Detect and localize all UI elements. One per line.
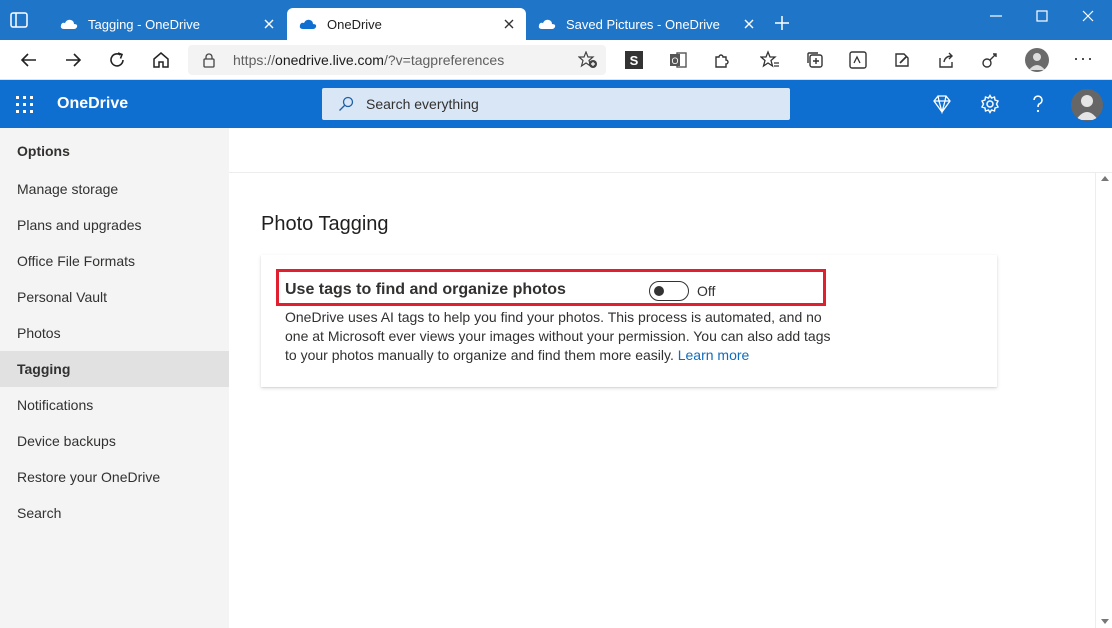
main-content: Photo Tagging Use tags to find and organ… [229, 173, 1095, 628]
setting-label: Use tags to find and organize photos [285, 281, 566, 298]
minimize-icon[interactable] [988, 8, 1004, 24]
premium-diamond-icon[interactable] [932, 94, 952, 114]
refresh-icon[interactable] [107, 50, 127, 70]
close-tab-icon[interactable] [742, 17, 756, 31]
app-header: OneDrive Search everything [0, 80, 1112, 128]
sidebar-item-photos[interactable]: Photos [0, 315, 229, 351]
setting-description: OneDrive uses AI tags to help you find y… [285, 309, 831, 363]
toggle-state-label: Off [697, 283, 716, 299]
tab-actions-icon[interactable] [10, 12, 28, 28]
browser-titlebar: Tagging - OneDrive OneDrive Saved Pictur… [0, 0, 1112, 40]
home-icon[interactable] [151, 50, 171, 70]
new-tab-icon[interactable] [773, 14, 791, 32]
collections-icon[interactable] [805, 50, 825, 70]
svg-text:O: O [671, 56, 678, 66]
vertical-scrollbar[interactable] [1095, 173, 1112, 628]
office-extension-icon[interactable]: O [668, 50, 688, 70]
extension-s-icon[interactable]: S [624, 50, 644, 70]
onedrive-cloud-icon [299, 19, 317, 29]
sidebar-item-tagging[interactable]: Tagging [0, 351, 229, 387]
web-capture-icon[interactable] [892, 50, 912, 70]
learn-more-link[interactable]: Learn more [678, 347, 750, 363]
command-bar [229, 128, 1112, 173]
toggle-knob [654, 286, 664, 296]
scroll-up-arrow-icon[interactable] [1101, 176, 1109, 181]
scroll-down-arrow-icon[interactable] [1101, 619, 1109, 624]
maximize-icon[interactable] [1034, 8, 1050, 24]
sidebar-heading: Options [17, 143, 70, 159]
profile-icon [1076, 95, 1098, 120]
page-title: Photo Tagging [261, 213, 389, 235]
app-brand[interactable]: OneDrive [57, 95, 128, 113]
tags-toggle[interactable] [649, 281, 689, 301]
favorites-icon[interactable] [760, 50, 780, 70]
options-sidebar: Options Manage storage Plans and upgrade… [0, 128, 229, 628]
sidebar-item-restore-your-onedrive[interactable]: Restore your OneDrive [0, 459, 229, 495]
sidebar-item-personal-vault[interactable]: Personal Vault [0, 279, 229, 315]
tab-saved-pictures[interactable]: Saved Pictures - OneDrive [526, 8, 766, 40]
onedrive-cloud-icon [538, 19, 556, 29]
browser-toolbar: https://onedrive.live.com/?v=tagpreferen… [0, 40, 1112, 80]
tab-label: Saved Pictures - OneDrive [566, 16, 720, 32]
close-tab-icon[interactable] [262, 17, 276, 31]
profile-icon [1029, 53, 1045, 70]
more-options-icon[interactable]: ··· [1073, 48, 1094, 69]
address-bar[interactable]: https://onedrive.live.com/?v=tagpreferen… [188, 45, 606, 75]
sidebar-item-manage-storage[interactable]: Manage storage [0, 171, 229, 207]
search-icon [339, 96, 354, 111]
sidebar-item-office-file-formats[interactable]: Office File Formats [0, 243, 229, 279]
close-tab-icon[interactable] [502, 17, 516, 31]
browser-profile-avatar[interactable] [1025, 48, 1049, 72]
add-favorite-icon[interactable] [578, 51, 598, 69]
tab-label: Tagging - OneDrive [88, 16, 200, 32]
math-solver-icon[interactable] [848, 50, 868, 70]
tab-onedrive[interactable]: OneDrive [287, 8, 526, 40]
sidebar-item-search[interactable]: Search [0, 495, 229, 531]
lock-icon[interactable] [202, 52, 216, 68]
forward-icon[interactable] [63, 50, 83, 70]
performance-icon[interactable] [980, 50, 1000, 70]
app-launcher-icon[interactable] [16, 96, 34, 114]
search-box[interactable]: Search everything [322, 88, 790, 120]
settings-gear-icon[interactable] [980, 94, 1000, 114]
back-icon[interactable] [19, 50, 39, 70]
url-text: https://onedrive.live.com/?v=tagpreferen… [233, 52, 505, 68]
help-icon[interactable] [1028, 94, 1048, 114]
photo-tagging-card: Use tags to find and organize photos Off… [261, 255, 997, 387]
search-input[interactable]: Search everything [366, 96, 479, 112]
share-icon[interactable] [936, 50, 956, 70]
tab-label: OneDrive [327, 16, 382, 32]
tab-tagging[interactable]: Tagging - OneDrive [48, 8, 286, 40]
sidebar-item-notifications[interactable]: Notifications [0, 387, 229, 423]
svg-text:S: S [630, 53, 639, 68]
onedrive-cloud-icon [60, 19, 78, 29]
extensions-puzzle-icon[interactable] [712, 50, 732, 70]
account-avatar[interactable] [1071, 89, 1103, 121]
sidebar-item-device-backups[interactable]: Device backups [0, 423, 229, 459]
close-window-icon[interactable] [1080, 8, 1096, 24]
sidebar-item-plans-and-upgrades[interactable]: Plans and upgrades [0, 207, 229, 243]
